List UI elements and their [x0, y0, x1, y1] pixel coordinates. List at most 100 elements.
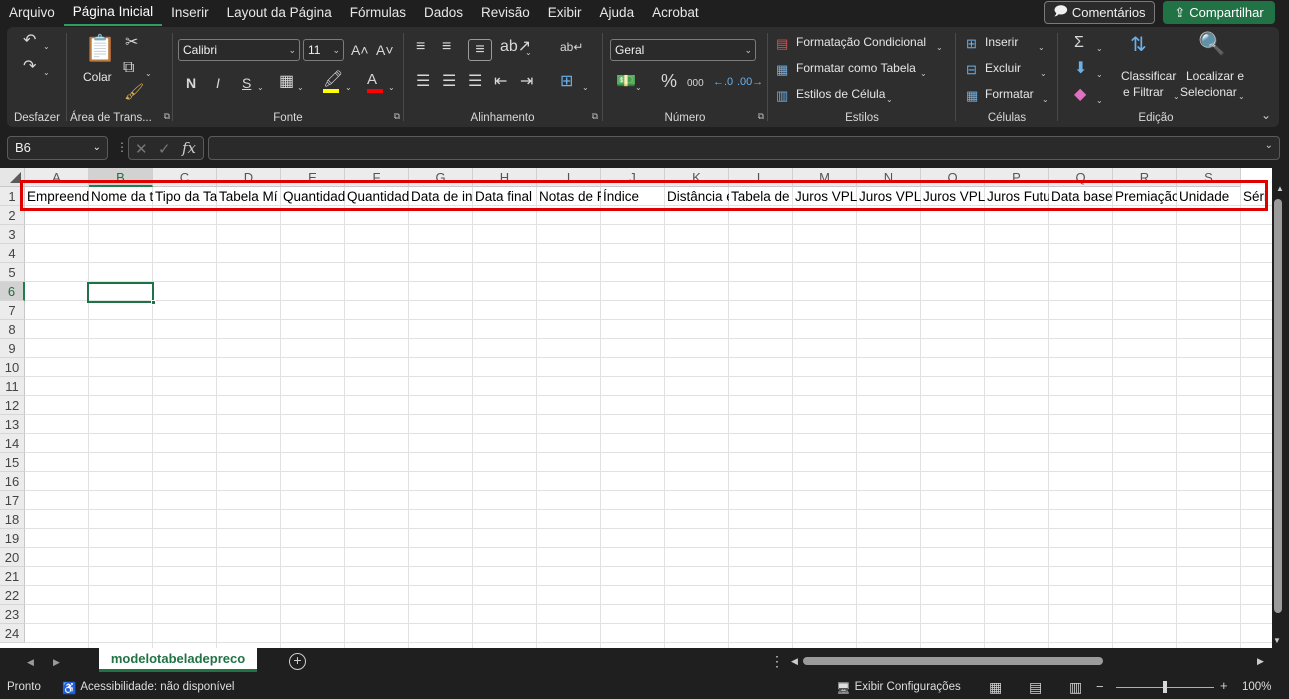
find-select-label-2[interactable]: Selecionar: [1180, 85, 1237, 99]
prev-sheet-icon[interactable]: ◀: [27, 657, 34, 668]
row-header-10[interactable]: 10: [0, 358, 25, 377]
cell-row1-col4[interactable]: Tabela Mí: [217, 187, 281, 206]
cell-row1-col8[interactable]: Data final: [473, 187, 537, 206]
menu-inserir[interactable]: Inserir: [162, 0, 218, 26]
paste-icon[interactable]: 📋: [84, 35, 116, 61]
cancel-icon[interactable]: ✕: [135, 140, 148, 158]
wrap-text-icon[interactable]: ab↵: [560, 39, 583, 55]
column-header-c[interactable]: C: [153, 168, 217, 187]
column-header-a[interactable]: A: [25, 168, 89, 187]
sort-filter-icon[interactable]: ⇅: [1130, 35, 1147, 55]
row-header-22[interactable]: 22: [0, 586, 25, 605]
cell-row1-col1[interactable]: Empreend: [25, 187, 89, 206]
column-header-d[interactable]: D: [217, 168, 281, 187]
decrease-indent-icon[interactable]: ⇤: [494, 74, 507, 90]
fill-icon[interactable]: ⬇: [1074, 61, 1087, 77]
column-header-r[interactable]: R: [1113, 168, 1177, 187]
comma-style-button[interactable]: 000: [687, 76, 704, 92]
sheet-tab-modelotabeladepreco[interactable]: modelotabeladepreco: [99, 648, 257, 672]
menu-formulas[interactable]: Fórmulas: [341, 0, 415, 26]
cell-row1-col12[interactable]: Tabela de: [729, 187, 793, 206]
redo-dropdown-icon[interactable]: ⌄: [43, 65, 50, 81]
chevron-down-icon[interactable]: ⌄: [1038, 40, 1045, 56]
clipboard-launcher-icon[interactable]: ⧉: [164, 111, 170, 122]
chevron-down-icon[interactable]: ⌄: [1040, 66, 1047, 82]
cell-row1-col16[interactable]: Juros Futu: [985, 187, 1049, 206]
grow-font-icon[interactable]: A˄: [351, 42, 369, 58]
cell-row1-col2[interactable]: Nome da t: [89, 187, 153, 206]
row-header-2[interactable]: 2: [0, 206, 25, 225]
italic-button[interactable]: I: [216, 75, 220, 91]
undo-icon[interactable]: ↶: [23, 33, 36, 49]
row-header-14[interactable]: 14: [0, 434, 25, 453]
cell-area[interactable]: Empreend Nome da t Tipo da Ta Tabela Mí Quan…: [25, 187, 1272, 648]
row-header-24[interactable]: 24: [0, 624, 25, 643]
number-format-select[interactable]: Geral ⌄: [610, 39, 756, 61]
align-left-icon[interactable]: ☰: [416, 74, 430, 90]
find-select-icon[interactable]: 🔍: [1198, 33, 1225, 55]
decrease-decimal-icon[interactable]: .00→: [737, 74, 763, 90]
row-header-23[interactable]: 23: [0, 605, 25, 624]
chevron-down-icon[interactable]: ⌄: [1042, 92, 1049, 108]
row-header-19[interactable]: 19: [0, 529, 25, 548]
font-size-select[interactable]: 11 ⌄: [303, 39, 344, 61]
column-header-k[interactable]: K: [665, 168, 729, 187]
row-header-5[interactable]: 5: [0, 263, 25, 282]
column-header-f[interactable]: F: [345, 168, 409, 187]
column-header-s[interactable]: S: [1177, 168, 1241, 187]
cell-row1-col7[interactable]: Data de in: [409, 187, 473, 206]
accounting-dropdown-icon[interactable]: ⌄: [635, 80, 642, 96]
add-sheet-icon[interactable]: +: [289, 653, 306, 670]
cell-row1-col14[interactable]: Juros VPL: [857, 187, 921, 206]
name-box[interactable]: B6 ⌄: [7, 136, 108, 160]
normal-view-icon[interactable]: ▦: [989, 679, 1002, 696]
number-launcher-icon[interactable]: ⧉: [758, 111, 764, 122]
expand-formula-bar-icon[interactable]: ⌄: [1265, 140, 1273, 151]
shrink-font-icon[interactable]: A˅: [376, 42, 394, 58]
column-header-i[interactable]: I: [537, 168, 601, 187]
next-sheet-icon[interactable]: ▶: [53, 657, 60, 668]
column-header-b[interactable]: B: [89, 168, 153, 187]
row-header-4[interactable]: 4: [0, 244, 25, 263]
merge-center-icon[interactable]: ⊞: [560, 74, 573, 90]
align-center-icon[interactable]: ☰: [442, 74, 456, 90]
alignment-launcher-icon[interactable]: ⧉: [592, 111, 598, 122]
page-break-view-icon[interactable]: ▥: [1069, 679, 1082, 696]
merge-dropdown-icon[interactable]: ⌄: [582, 80, 589, 96]
accessibility-status[interactable]: ♿ Acessibilidade: não disponível: [62, 681, 234, 695]
autosum-icon[interactable]: Σ: [1074, 35, 1084, 51]
align-bottom-icon[interactable]: ≡: [468, 39, 492, 61]
row-header-3[interactable]: 3: [0, 225, 25, 244]
font-launcher-icon[interactable]: ⧉: [394, 111, 400, 122]
sort-filter-label-1[interactable]: Classificar: [1121, 69, 1176, 83]
find-select-label-1[interactable]: Localizar e: [1186, 69, 1244, 83]
more-options-icon[interactable]: ⋮: [116, 140, 128, 154]
row-header-11[interactable]: 11: [0, 377, 25, 396]
align-right-icon[interactable]: ☰: [468, 74, 482, 90]
fill-color-icon[interactable]: 🖍: [323, 72, 343, 88]
borders-dropdown-icon[interactable]: ⌄: [297, 80, 304, 96]
accounting-format-icon[interactable]: 💵: [616, 74, 636, 90]
format-painter-icon[interactable]: 🖌: [124, 85, 144, 101]
font-name-select[interactable]: Calibri ⌄: [178, 39, 300, 61]
orientation-dropdown-icon[interactable]: ⌄: [525, 45, 532, 61]
menu-arquivo[interactable]: Arquivo: [0, 0, 64, 26]
copy-dropdown-icon[interactable]: ⌄: [145, 66, 152, 82]
column-header-l[interactable]: L: [729, 168, 793, 187]
fill-dropdown-icon[interactable]: ⌄: [345, 80, 352, 96]
paste-label[interactable]: Colar: [83, 70, 112, 84]
clear-icon[interactable]: ◆: [1074, 87, 1086, 103]
zoom-in-icon[interactable]: +: [1220, 678, 1228, 693]
cell-row1-col18[interactable]: Premiação: [1113, 187, 1177, 206]
undo-dropdown-icon[interactable]: ⌄: [43, 39, 50, 55]
row-header-17[interactable]: 17: [0, 491, 25, 510]
cell-row1-col11[interactable]: Distância e: [665, 187, 729, 206]
display-settings-button[interactable]: 🖥 Exibir Configurações: [836, 681, 961, 695]
vertical-scroll-thumb[interactable]: [1274, 199, 1282, 613]
increase-decimal-icon[interactable]: ←.0: [713, 74, 733, 90]
scroll-right-icon[interactable]: ▶: [1257, 656, 1264, 667]
chevron-down-icon[interactable]: ⌄: [920, 66, 927, 82]
cell-row1-col19[interactable]: Unidade: [1177, 187, 1241, 206]
horizontal-scroll-thumb[interactable]: [803, 657, 1103, 665]
scroll-down-icon[interactable]: ▼: [1273, 636, 1281, 645]
